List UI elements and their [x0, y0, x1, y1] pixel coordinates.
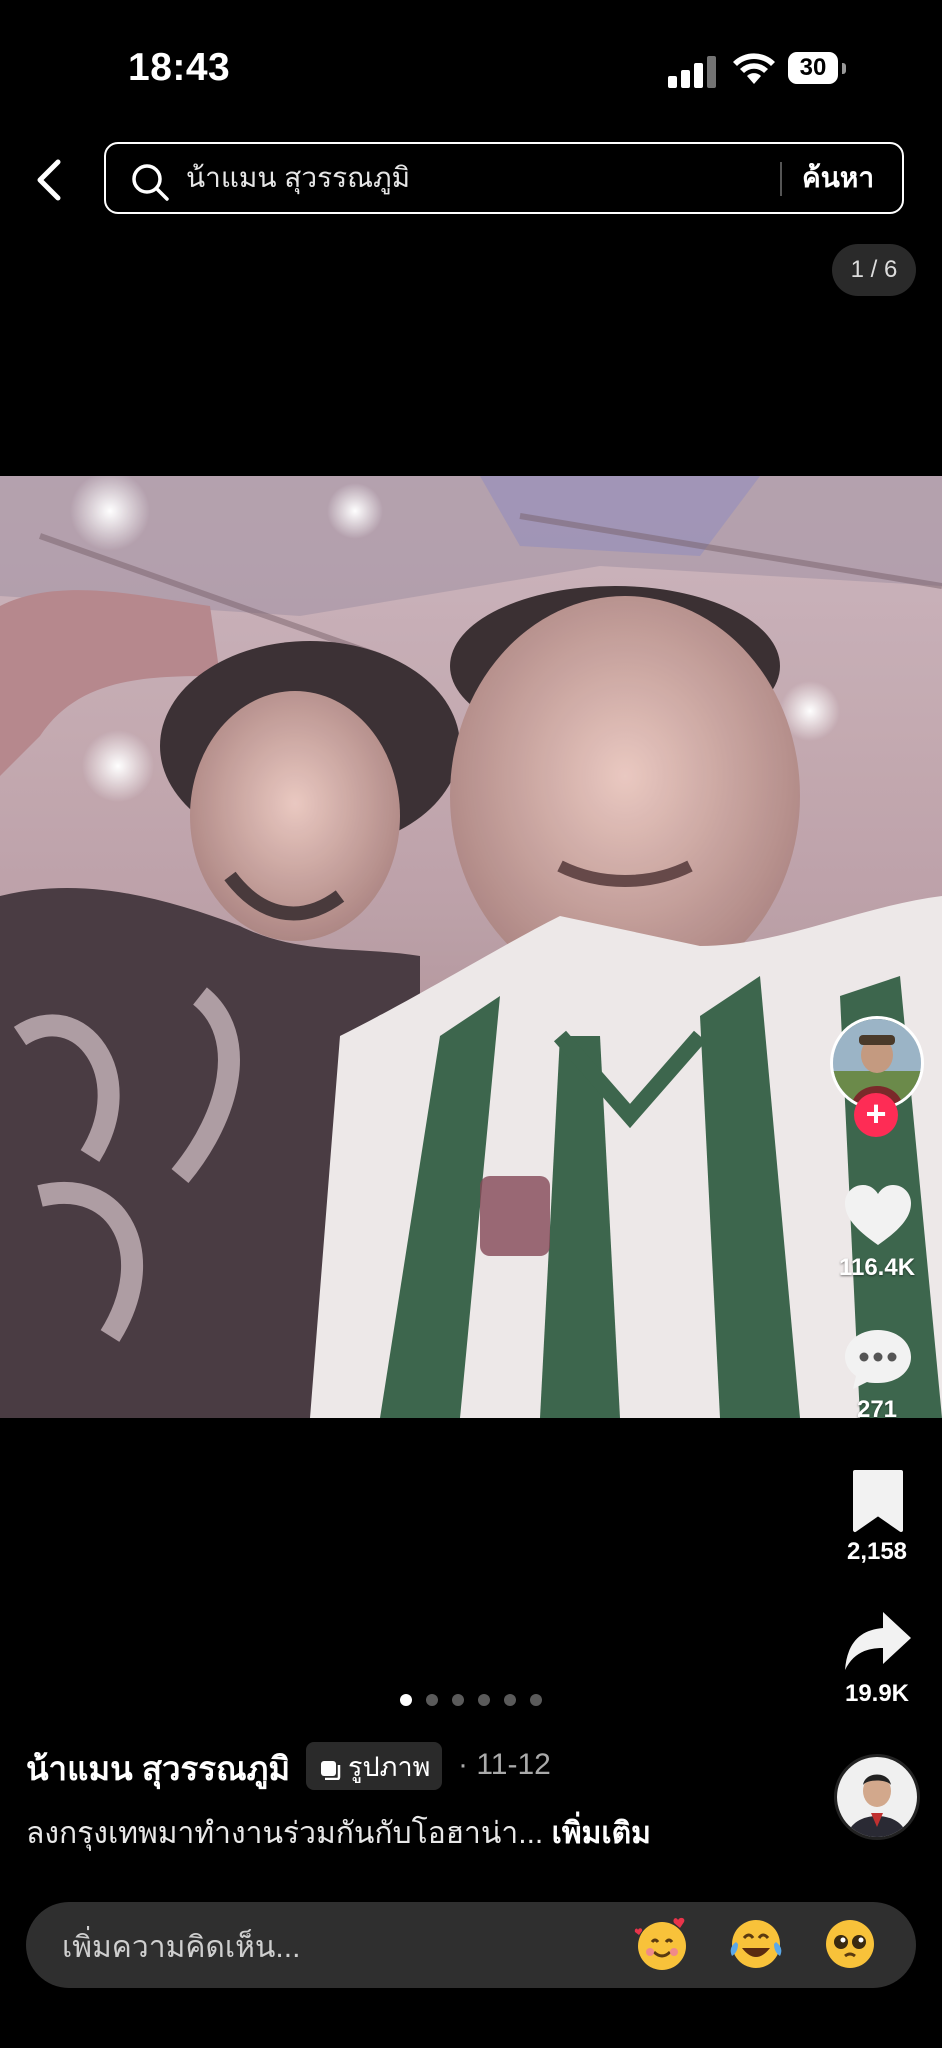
comment-placeholder: เพิ่มความคิดเห็น...	[62, 1931, 301, 1964]
emoji-laughing[interactable]	[724, 1912, 788, 1976]
carousel-dot-1[interactable]	[400, 1694, 412, 1706]
share-count: 19.9K	[844, 1680, 910, 1707]
like-count: 116.4K	[838, 1254, 916, 1281]
bookmark-icon[interactable]	[843, 1468, 913, 1534]
plus-icon: +	[865, 1093, 887, 1134]
battery-level: 30	[799, 54, 827, 81]
follow-plus-button[interactable]: +	[854, 1093, 898, 1137]
battery-indicator: 30	[788, 52, 846, 86]
carousel-dots	[400, 1694, 545, 1708]
see-more-link[interactable]: เพิ่มเติม	[552, 1817, 651, 1850]
comment-icon[interactable]	[843, 1326, 913, 1392]
post-photo[interactable]	[0, 476, 942, 1418]
search-query: น้าแมน สุวรรณภูมิ	[186, 162, 411, 193]
photo-type-label: รูปภาพ	[348, 1751, 431, 1782]
share-icon[interactable]	[843, 1608, 913, 1674]
cellular-signal-icon	[668, 54, 716, 88]
search-button[interactable]: ค้นหา	[802, 158, 874, 198]
post-date: · 11-12	[458, 1748, 551, 1781]
comment-count: 271	[856, 1396, 898, 1423]
back-arrow-icon[interactable]	[30, 158, 70, 202]
wifi-icon	[733, 53, 775, 84]
search-input[interactable]: น้าแมน สุวรรณภูมิ ค้นหา	[104, 142, 904, 214]
search-divider	[780, 162, 782, 196]
carousel-dot-6[interactable]	[530, 1694, 542, 1706]
post-caption[interactable]: ลงกรุงเทพมาทำงานร่วมกันกับโอฮาน่า... เพิ…	[26, 1810, 651, 1857]
carousel-dot-3[interactable]	[452, 1694, 464, 1706]
comment-input[interactable]: เพิ่มความคิดเห็น...	[26, 1902, 916, 1988]
emoji-smiling-hearts[interactable]	[630, 1912, 694, 1976]
sound-avatar-image	[837, 1757, 917, 1837]
heart-icon[interactable]	[843, 1183, 913, 1249]
save-count: 2,158	[846, 1538, 908, 1565]
pleading-face-emoji-icon	[826, 1920, 874, 1968]
search-icon	[132, 164, 169, 201]
carousel-dot-5[interactable]	[504, 1694, 516, 1706]
photo-type-badge: รูปภาพ	[306, 1742, 443, 1790]
carousel-dot-4[interactable]	[478, 1694, 490, 1706]
photo-counter: 1 / 6	[832, 244, 916, 296]
post-author[interactable]: น้าแมน สุวรรณภูมิ	[26, 1742, 290, 1795]
emoji-pleading[interactable]	[818, 1912, 882, 1976]
caption-text: ลงกรุงเทพมาทำงานร่วมกันกับโอฮาน่า...	[26, 1817, 552, 1850]
smiling-hearts-emoji-icon	[634, 1917, 686, 1970]
photo-stack-icon	[320, 1756, 342, 1781]
sound-avatar[interactable]	[834, 1754, 920, 1840]
tears-of-joy-emoji-icon	[730, 1920, 782, 1968]
carousel-dot-2[interactable]	[426, 1694, 438, 1706]
status-time: 18:43	[128, 46, 231, 89]
